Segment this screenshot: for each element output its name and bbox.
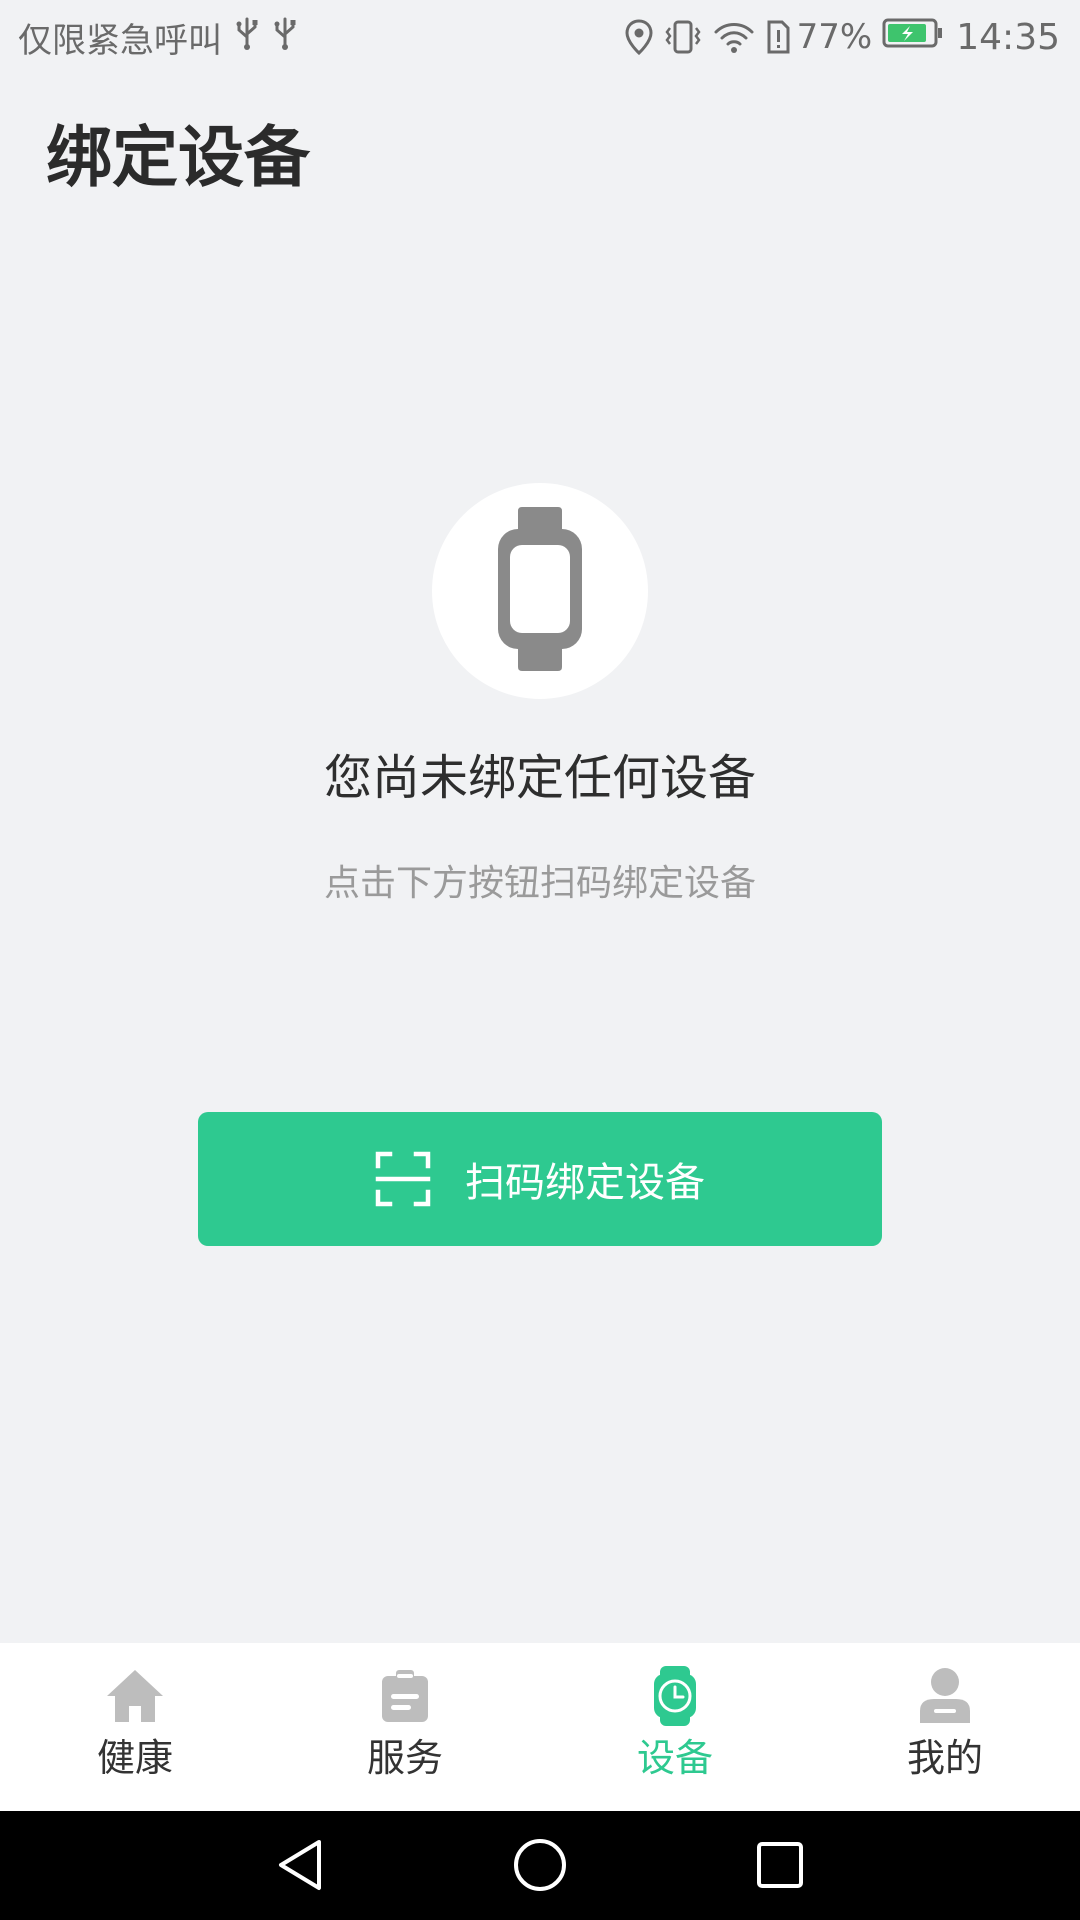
empty-state-subtitle: 点击下方按钮扫码绑定设备 (323, 863, 756, 904)
scan-icon (375, 1151, 431, 1207)
clipboard-icon (374, 1665, 436, 1727)
device-placeholder (432, 483, 648, 699)
location-icon (625, 19, 653, 55)
smartwatch-icon (498, 507, 582, 675)
clock: 14:35 (956, 16, 1060, 58)
tab-device-label: 设备 (636, 1736, 713, 1780)
page-title: 绑定设备 (46, 119, 310, 196)
tab-service-label: 服务 (366, 1736, 443, 1780)
status-bar: 仅限紧急呼叫 77% 14:35 (0, 0, 1080, 74)
usb-icon (272, 15, 298, 60)
user-icon (914, 1665, 976, 1727)
battery-charging-icon (882, 17, 944, 58)
vibrate-icon (663, 19, 703, 55)
system-navigation-bar (0, 1811, 1080, 1920)
scan-bind-label: 扫码绑定设备 (465, 1160, 705, 1206)
back-icon[interactable] (268, 1833, 332, 1897)
tab-health-label: 健康 (96, 1736, 173, 1780)
tab-mine-label: 我的 (906, 1736, 983, 1780)
tab-mine[interactable]: 我的 (810, 1643, 1080, 1811)
bottom-tab-bar: 健康 服务 设备 我的 (0, 1643, 1080, 1811)
battery-percent: 77% (796, 17, 873, 57)
status-right: 77% 14:35 (615, 14, 1060, 60)
watch-icon (644, 1665, 706, 1727)
home-icon (104, 1665, 166, 1727)
tab-service[interactable]: 服务 (270, 1643, 540, 1811)
wifi-icon (713, 19, 755, 55)
carrier-text: 仅限紧急呼叫 (18, 20, 222, 61)
tab-health[interactable]: 健康 (0, 1643, 270, 1811)
status-left: 仅限紧急呼叫 (18, 14, 298, 61)
tab-device[interactable]: 设备 (540, 1643, 810, 1811)
home-circle-icon[interactable] (508, 1833, 572, 1897)
usb-icon (234, 15, 260, 60)
sim-alert-icon (765, 19, 791, 55)
scan-bind-button[interactable]: 扫码绑定设备 (198, 1112, 882, 1246)
recents-icon[interactable] (748, 1833, 812, 1897)
empty-state-title: 您尚未绑定任何设备 (323, 750, 756, 806)
